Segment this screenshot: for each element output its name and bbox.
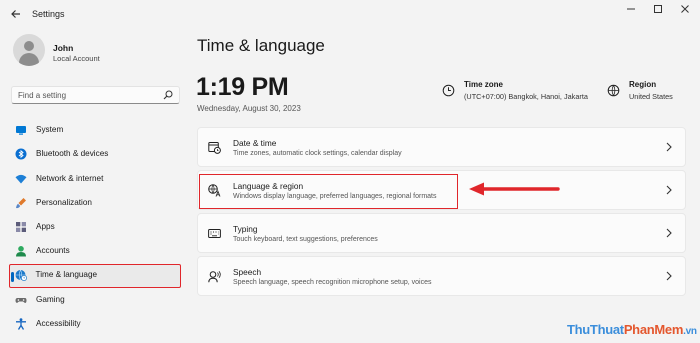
sidebar-item-personalization[interactable]: Personalization [9, 191, 181, 215]
sidebar-nav: System Bluetooth & devices Network & int… [9, 118, 181, 337]
card-title: Speech [233, 267, 262, 277]
brush-icon [16, 197, 26, 208]
wifi-icon [15, 174, 27, 184]
speech-card[interactable]: Speech Speech language, speech recogniti… [197, 256, 686, 296]
sidebar-item-apps[interactable]: Apps [9, 215, 181, 239]
sidebar-item-label: Gaming [36, 295, 65, 305]
sidebar-item-label: Time & language [35, 270, 98, 280]
chevron-right-icon [666, 142, 672, 152]
card-subtitle: Speech language, speech recognition micr… [233, 279, 432, 286]
time-zone-value: (UTC+07:00) Bangkok, Hanoi, Jakarta [464, 92, 588, 101]
keyboard-icon [208, 229, 221, 238]
sidebar-item-label: System [36, 125, 64, 134]
highlight-box [199, 174, 458, 209]
typing-card[interactable]: Typing Touch keyboard, text suggestions,… [197, 213, 686, 253]
time-zone-icon [442, 84, 455, 97]
sidebar-item-gaming[interactable]: Gaming [9, 288, 181, 312]
date-time-card[interactable]: Date & time Time zones, automatic clock … [197, 127, 686, 167]
account-type: Local Account [53, 54, 100, 63]
page-title: Time & language [197, 36, 325, 55]
minimize-icon[interactable] [620, 4, 642, 20]
chevron-right-icon [666, 271, 672, 281]
search-icon [163, 90, 173, 100]
region-value: United States [629, 92, 673, 101]
user-name: John [53, 43, 74, 53]
watermark: ThuThuatPhanMem.vn [567, 322, 697, 337]
card-title: Typing [233, 224, 258, 234]
region-label: Region [629, 80, 657, 89]
sidebar-item-label: Network & internet [36, 173, 104, 183]
sidebar-item-label: Personalization [36, 197, 92, 207]
calendar-clock-icon [208, 142, 221, 154]
sidebar-item-time-language[interactable]: Time & language [9, 263, 181, 289]
bluetooth-icon [15, 148, 27, 160]
chevron-right-icon [666, 228, 672, 238]
accounts-icon [16, 246, 26, 257]
annotation-arrow-icon [469, 182, 560, 196]
globe-icon [607, 84, 620, 97]
sidebar-item-accounts[interactable]: Accounts [9, 239, 181, 263]
speech-icon [208, 270, 221, 283]
sidebar-item-accessibility[interactable]: Accessibility [9, 312, 181, 336]
search-input[interactable]: Find a setting [11, 86, 180, 104]
apps-icon [16, 222, 26, 233]
maximize-icon[interactable] [647, 4, 669, 20]
gaming-icon [15, 298, 27, 304]
back-arrow-icon[interactable] [9, 8, 23, 22]
sidebar-item-label: Accessibility [36, 319, 81, 329]
accessibility-icon [16, 318, 26, 331]
search-placeholder: Find a setting [18, 91, 67, 100]
sidebar-item-label: Apps [36, 222, 55, 232]
chevron-right-icon [666, 185, 672, 195]
avatar[interactable] [13, 34, 45, 66]
sidebar-item-bluetooth[interactable]: Bluetooth & devices [9, 142, 181, 166]
card-subtitle: Time zones, automatic clock settings, ca… [233, 150, 402, 157]
close-icon[interactable] [674, 4, 696, 20]
sidebar-item-network[interactable]: Network & internet [9, 167, 181, 191]
card-title: Date & time [233, 138, 277, 148]
card-subtitle: Touch keyboard, text suggestions, prefer… [233, 236, 378, 243]
system-icon [16, 126, 26, 135]
title-bar: Settings [0, 0, 700, 30]
globe-clock-icon [15, 270, 27, 282]
window-title: Settings [32, 9, 65, 19]
sidebar-item-label: Bluetooth & devices [36, 149, 109, 159]
sidebar-item-system[interactable]: System [9, 118, 181, 142]
sidebar-item-label: Accounts [36, 246, 70, 256]
time-zone-label: Time zone [464, 80, 503, 89]
current-date: Wednesday, August 30, 2023 [197, 104, 301, 113]
current-time: 1:19 PM [196, 73, 289, 101]
